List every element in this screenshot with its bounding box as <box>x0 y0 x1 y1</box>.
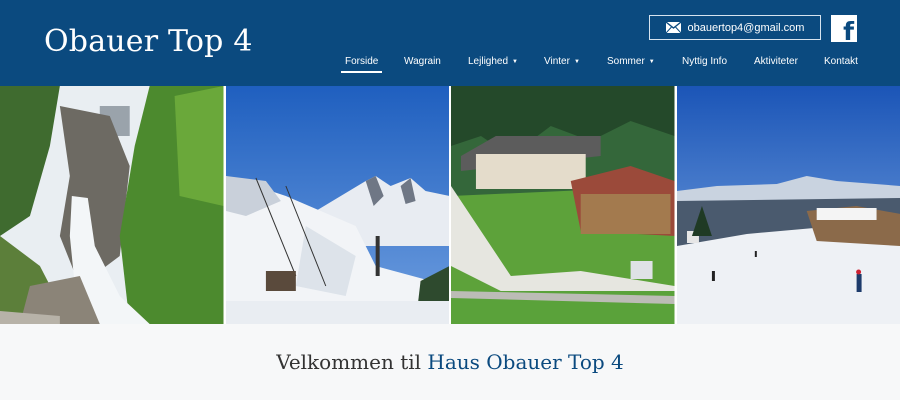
nav-item-sommer[interactable]: Sommer ▼ <box>607 56 655 67</box>
nav-item-wagrain[interactable]: Wagrain <box>404 56 441 67</box>
nav-item-lejlighed[interactable]: Lejlighed ▼ <box>468 56 518 67</box>
nav-item-aktiviteter[interactable]: Aktiviteter <box>754 56 798 67</box>
nav-item-nyttig-info[interactable]: Nyttig Info <box>682 56 727 67</box>
site-logo[interactable]: Obauer Top 4 <box>44 24 253 59</box>
skiers-piste-photo[interactable] <box>676 86 900 324</box>
mountain-hut-photo[interactable] <box>451 86 675 324</box>
nav-item-forside[interactable]: Forside <box>340 56 383 73</box>
nav-label: Wagrain <box>404 56 441 67</box>
chevron-down-icon: ▼ <box>512 58 518 65</box>
welcome-prefix: Velkommen til <box>276 350 422 374</box>
nav-label: Nyttig Info <box>682 56 728 67</box>
welcome-section: Velkommen til Haus Obauer Top 4 <box>0 324 900 400</box>
waterfall-photo[interactable] <box>0 86 224 324</box>
email-link[interactable]: obauertop4@gmail.com <box>649 15 821 40</box>
welcome-heading: Velkommen til Haus Obauer Top 4 <box>0 350 900 374</box>
envelope-icon <box>665 22 681 33</box>
chevron-down-icon: ▼ <box>573 58 580 65</box>
nav-item-vinter[interactable]: Vinter ▼ <box>544 56 580 67</box>
nav-label: Aktiviteter <box>754 56 798 67</box>
nav-label: Kontakt <box>824 56 858 67</box>
facebook-link[interactable]: f <box>831 15 857 46</box>
nav-label: Forside <box>345 56 379 67</box>
facebook-icon: f <box>843 17 854 46</box>
nav-label: Sommer <box>607 56 645 67</box>
nav-item-kontakt[interactable]: Kontakt <box>824 56 858 67</box>
site-header: Obauer Top 4 obauertop4@gmail.com f Fors… <box>0 0 900 86</box>
nav-label: Lejlighed <box>468 56 509 67</box>
chevron-down-icon: ▼ <box>648 58 655 65</box>
nav-label: Vinter <box>544 56 570 67</box>
email-text: obauertop4@gmail.com <box>687 21 805 34</box>
welcome-highlight: Haus Obauer Top 4 <box>427 350 624 374</box>
photo-strip <box>0 86 900 324</box>
ski-slope-photo[interactable] <box>225 86 449 324</box>
